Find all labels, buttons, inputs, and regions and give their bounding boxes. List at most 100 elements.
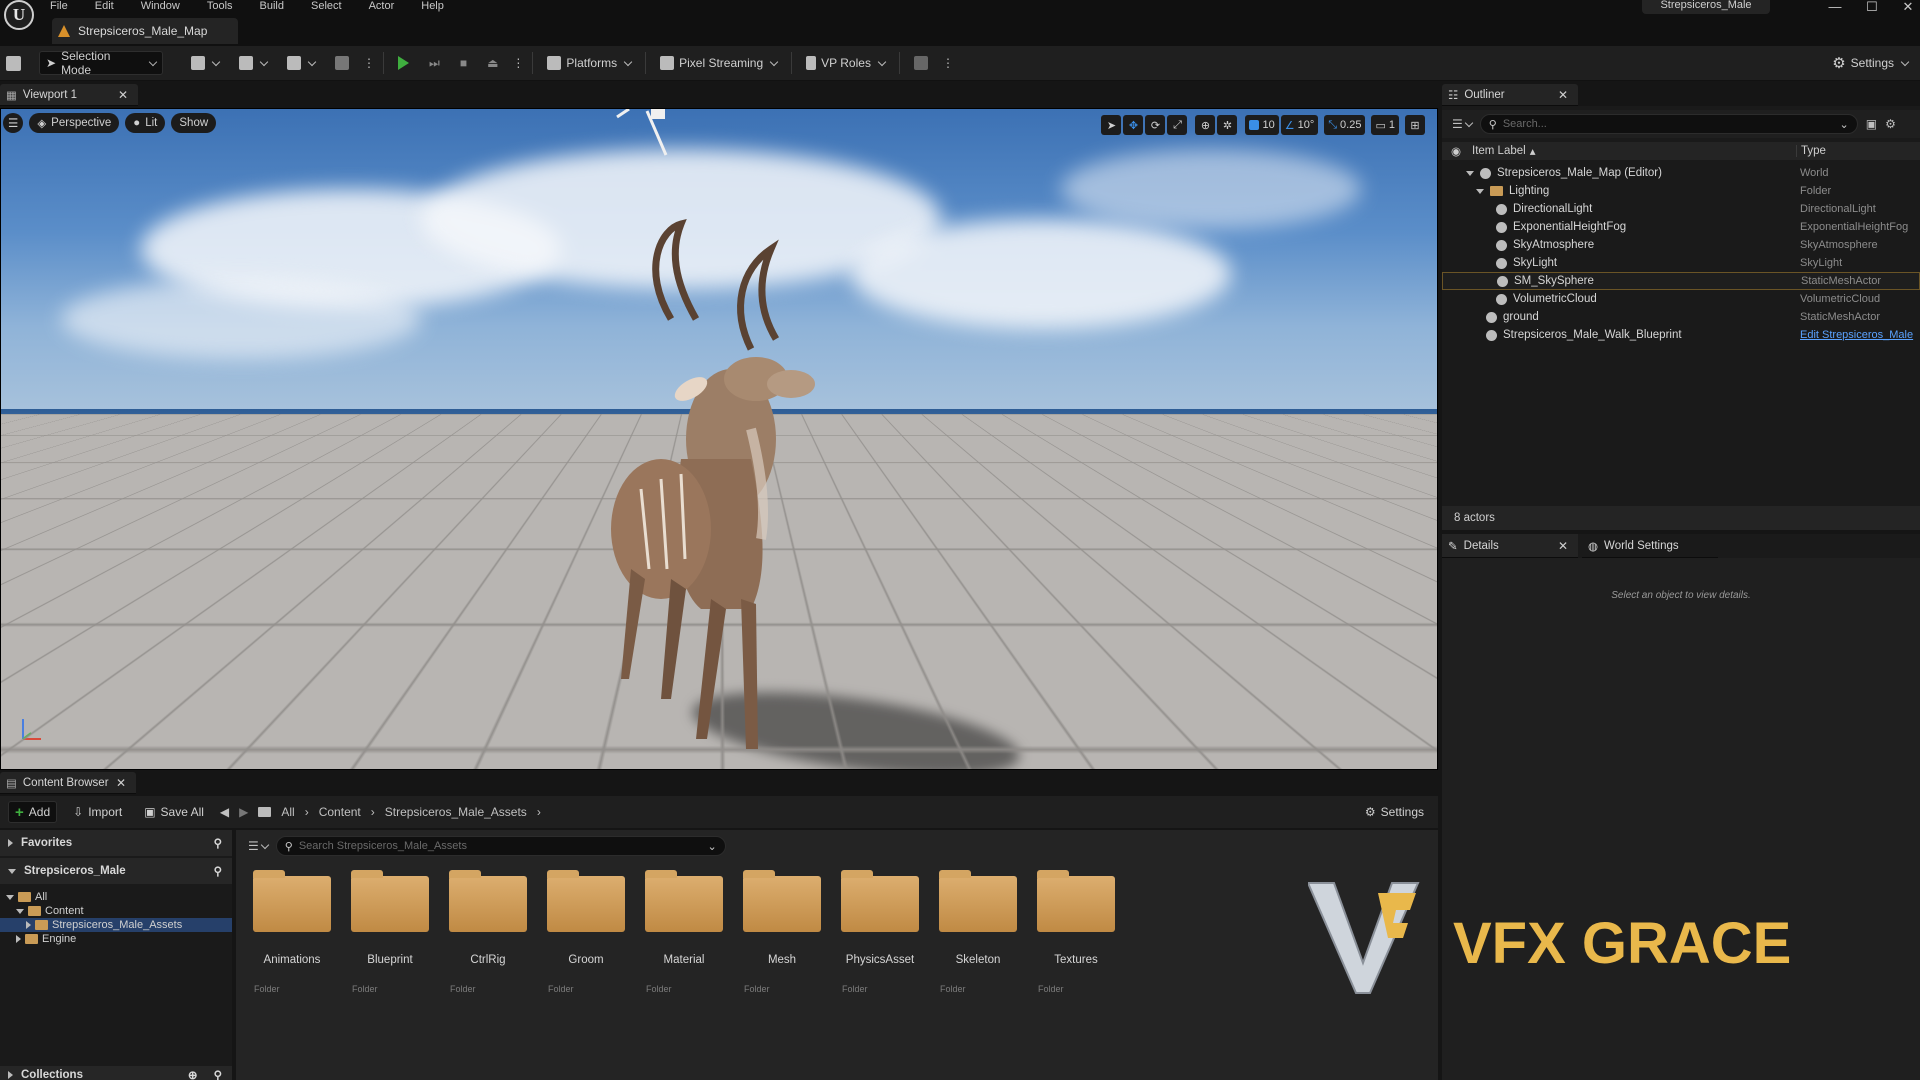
tree-assets[interactable]: Strepsiceros_Male_Assets (0, 918, 232, 932)
minimize-icon[interactable]: — (1825, 0, 1845, 14)
platforms-button[interactable]: Platforms (541, 51, 637, 75)
asset-folder[interactable]: CtrlRig Folder (444, 870, 532, 994)
add-actor-button[interactable] (185, 51, 225, 75)
unreal-logo-icon[interactable]: U (4, 0, 34, 30)
project-section[interactable]: Strepsiceros_Male ⚲ (0, 858, 232, 884)
menu-window[interactable]: Window (141, 1, 180, 12)
chevron-down-icon[interactable]: ⌄ (708, 840, 717, 853)
grid-snap-button[interactable]: 10 (1245, 115, 1279, 135)
outliner-row[interactable]: VolumetricCloud VolumetricCloud (1442, 290, 1920, 308)
collections-section[interactable]: Collections ⊕ ⚲ (0, 1066, 232, 1080)
asset-folder[interactable]: Animations Folder (248, 870, 336, 994)
outliner-row[interactable]: ExponentialHeightFog ExponentialHeightFog (1442, 218, 1920, 236)
search-icon[interactable]: ⚲ (214, 1068, 222, 1080)
viewport-menu-button[interactable]: ☰ (3, 113, 24, 133)
tab-outliner[interactable]: ☷ Outliner ✕ (1442, 84, 1578, 106)
menu-build[interactable]: Build (260, 1, 284, 12)
crumb-content[interactable]: Content (319, 805, 361, 819)
search-icon[interactable]: ⚲ (214, 836, 222, 850)
crumb-assets[interactable]: Strepsiceros_Male_Assets (385, 805, 527, 819)
transform-gizmo[interactable] (611, 109, 691, 169)
show-button[interactable]: Show (171, 113, 217, 133)
level-tab[interactable]: Strepsiceros_Male_Map (52, 18, 238, 44)
close-icon[interactable]: ✕ (116, 776, 126, 790)
eject-button[interactable]: ⏏ (481, 51, 504, 75)
outliner-row[interactable]: SM_SkySphere StaticMeshActor (1442, 272, 1920, 290)
level-viewport[interactable]: ☰ ◈ Perspective ● Lit Show ➤ ✥ ⟳ ⤢ ⊕ ✲ 1… (0, 108, 1438, 770)
outliner-row[interactable]: Lighting Folder (1442, 182, 1920, 200)
advance-frame-button[interactable]: ⏭ (423, 51, 446, 75)
viewport-layout-icon[interactable]: ⊞ (1405, 115, 1425, 135)
add-button[interactable]: + Add (8, 801, 58, 823)
menu-edit[interactable]: Edit (95, 1, 114, 12)
close-window-icon[interactable]: ✕ (1898, 0, 1918, 14)
menu-actor[interactable]: Actor (369, 1, 395, 12)
maximize-icon[interactable]: ☐ (1862, 0, 1882, 14)
menu-file[interactable]: File (50, 1, 68, 12)
world-space-icon[interactable]: ⊕ (1195, 115, 1216, 135)
outliner-row[interactable]: DirectionalLight DirectionalLight (1442, 200, 1920, 218)
visibility-eye-icon[interactable]: ◉ (1446, 144, 1466, 158)
close-icon[interactable]: ✕ (1558, 539, 1568, 553)
menu-help[interactable]: Help (421, 1, 444, 12)
search-icon[interactable]: ⚲ (214, 864, 222, 878)
close-icon[interactable]: ✕ (118, 88, 128, 102)
asset-folder[interactable]: Textures Folder (1032, 870, 1120, 994)
camera-speed-button[interactable]: ▭ 1 (1371, 115, 1399, 135)
col-item-label[interactable]: Item Label (1472, 145, 1526, 157)
tree-content[interactable]: Content (6, 904, 232, 918)
vp-roles-button[interactable]: VP Roles (800, 51, 891, 75)
rotate-icon[interactable]: ⟳ (1145, 115, 1166, 135)
tab-world-settings[interactable]: ◍ World Settings (1582, 534, 1718, 558)
add-collection-icon[interactable]: ⊕ (188, 1068, 198, 1080)
asset-folder[interactable]: PhysicsAsset Folder (836, 870, 924, 994)
col-type[interactable]: Type (1796, 145, 1826, 157)
stop-button[interactable]: ■ (454, 51, 473, 75)
tab-content-browser[interactable]: ▤ Content Browser ✕ (0, 772, 136, 794)
cb-settings-button[interactable]: ⚙ Settings (1359, 800, 1430, 824)
select-mode-icon[interactable]: ➤ (1101, 115, 1122, 135)
history-back-icon[interactable]: ◀ (220, 805, 229, 819)
filter-icon[interactable]: ☰ (248, 839, 268, 853)
asset-folder[interactable]: Skeleton Folder (934, 870, 1022, 994)
asset-search-input[interactable]: ⚲ Search Strepsiceros_Male_Assets ⌄ (275, 836, 726, 856)
asset-folder[interactable]: Material Folder (640, 870, 728, 994)
tree-all[interactable]: All (6, 890, 232, 904)
tab-viewport[interactable]: ▦ Viewport 1 ✕ (0, 84, 138, 106)
outliner-settings-icon[interactable]: ⚙ (1885, 117, 1896, 131)
pixel-streaming-button[interactable]: Pixel Streaming (654, 51, 783, 75)
outliner-row[interactable]: SkyAtmosphere SkyAtmosphere (1442, 236, 1920, 254)
tree-engine[interactable]: Engine (6, 932, 232, 946)
rotation-snap-button[interactable]: ∠ 10° (1280, 115, 1319, 135)
outliner-row[interactable]: Strepsiceros_Male_Map (Editor) World (1442, 164, 1920, 182)
play-button[interactable] (392, 51, 415, 75)
play-options-icon[interactable]: ⋮ (512, 56, 524, 70)
save-all-button[interactable]: ▣ Save All (138, 800, 210, 824)
history-forward-icon[interactable]: ▶ (239, 805, 248, 819)
save-icon[interactable] (6, 55, 21, 71)
cinematics-button[interactable] (281, 51, 321, 75)
menu-select[interactable]: Select (311, 1, 342, 12)
outliner-row-type[interactable]: Edit Strepsiceros_Male (1800, 329, 1913, 341)
multi-user-button[interactable] (908, 51, 934, 75)
filter-icon[interactable]: ☰ (1452, 117, 1472, 131)
asset-folder[interactable]: Blueprint Folder (346, 870, 434, 994)
modes-button[interactable] (329, 51, 355, 75)
blueprints-button[interactable] (233, 51, 273, 75)
more-options-icon[interactable]: ⋮ (363, 56, 375, 70)
close-icon[interactable]: ✕ (1558, 88, 1568, 102)
import-button[interactable]: ⇩ Import (67, 800, 128, 824)
crumb-all[interactable]: All (281, 805, 294, 819)
more-toolbar-icon[interactable]: ⋮ (942, 56, 954, 70)
lit-button[interactable]: ● Lit (125, 113, 166, 133)
selection-mode-button[interactable]: ➤ Selection Mode (39, 49, 163, 77)
surface-snap-icon[interactable]: ✲ (1217, 115, 1238, 135)
menu-tools[interactable]: Tools (207, 1, 233, 12)
outliner-row[interactable]: SkyLight SkyLight (1442, 254, 1920, 272)
outliner-row[interactable]: Strepsiceros_Male_Walk_Blueprint Edit Str… (1442, 326, 1920, 344)
settings-button[interactable]: ⚙ Settings (1826, 51, 1914, 75)
translate-icon[interactable]: ✥ (1123, 115, 1144, 135)
asset-folder[interactable]: Groom Folder (542, 870, 630, 994)
scale-snap-button[interactable]: ⤡ 0.25 (1324, 115, 1366, 135)
kudu-model[interactable] (601, 209, 891, 769)
